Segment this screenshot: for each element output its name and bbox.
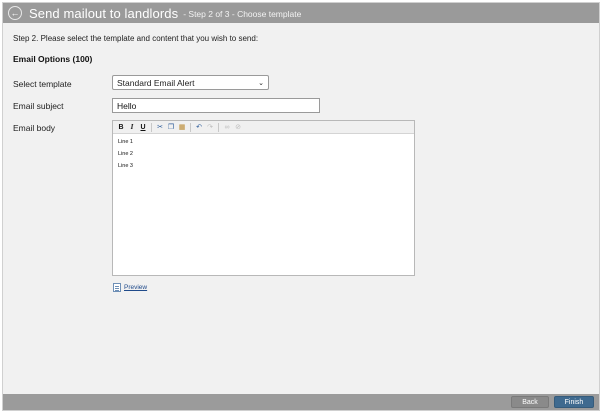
body-line: Line 2 — [118, 151, 133, 157]
template-select-value: Standard Email Alert — [117, 77, 195, 88]
preview-link[interactable]: Preview — [124, 284, 147, 291]
editor-body[interactable]: Line 1 Line 2 Line 3 — [113, 134, 414, 178]
toolbar-divider — [218, 122, 219, 132]
footer-bar: Back Finish — [3, 394, 599, 410]
step-indicator: - Step 2 of 3 - Choose template — [183, 9, 302, 19]
title-bar: ← Send mailout to landlords - Step 2 of … — [3, 3, 599, 23]
email-subject-input[interactable] — [112, 98, 320, 113]
wizard-window: ← Send mailout to landlords - Step 2 of … — [2, 2, 600, 411]
toolbar-divider — [151, 122, 152, 132]
document-icon — [113, 283, 121, 292]
rich-text-editor[interactable]: B I U ✂ ❐ ▦ ↶ ↷ ∞ ⊘ Line 1 Line 2 Line 3 — [112, 120, 415, 276]
undo-icon[interactable]: ↶ — [194, 122, 204, 132]
back-button[interactable]: Back — [511, 396, 549, 408]
redo-icon[interactable]: ↷ — [205, 122, 215, 132]
unlink-icon[interactable]: ⊘ — [233, 122, 243, 132]
chevron-down-icon: ⌄ — [258, 79, 264, 87]
copy-icon[interactable]: ❐ — [166, 122, 176, 132]
arrow-left-circle-icon[interactable]: ← — [8, 6, 22, 20]
section-heading: Email Options (100) — [13, 54, 93, 64]
body-line: Line 1 — [118, 139, 133, 145]
select-template-label: Select template — [13, 79, 72, 89]
template-select[interactable]: Standard Email Alert ⌄ — [112, 75, 269, 90]
paste-icon[interactable]: ▦ — [177, 122, 187, 132]
email-subject-label: Email subject — [13, 101, 64, 111]
page-title: Send mailout to landlords — [29, 5, 179, 21]
body-line: Line 3 — [118, 163, 133, 169]
toolbar-divider — [190, 122, 191, 132]
preview-row[interactable]: Preview — [113, 283, 147, 292]
email-body-label: Email body — [13, 123, 56, 133]
instruction-text: Step 2. Please select the template and c… — [13, 34, 259, 43]
link-icon[interactable]: ∞ — [222, 122, 232, 132]
finish-button[interactable]: Finish — [554, 396, 594, 408]
italic-button[interactable]: I — [127, 122, 137, 132]
editor-toolbar: B I U ✂ ❐ ▦ ↶ ↷ ∞ ⊘ — [113, 121, 414, 134]
bold-button[interactable]: B — [116, 122, 126, 132]
cut-icon[interactable]: ✂ — [155, 122, 165, 132]
underline-button[interactable]: U — [138, 122, 148, 132]
